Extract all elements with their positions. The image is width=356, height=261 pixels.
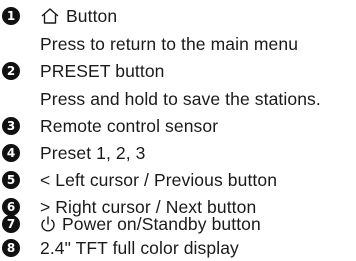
number-badge: 4 [2,144,20,162]
item-8-label: 2.4" TFT full color display [40,237,239,258]
number-badge: 8 [2,239,20,257]
item-5-label: < Left cursor / Previous button [40,169,278,190]
feature-list: 1 Button Press to return to the main men… [0,0,356,261]
power-icon [40,215,56,233]
item-1-label: Button [66,5,118,26]
number-badge: 2 [2,62,20,80]
item-4-label: Preset 1, 2, 3 [40,142,146,163]
number-badge: 6 [2,198,20,216]
item-label: Power on/Standby button [40,214,261,235]
item-2-description: Press and hold to save the stations. [40,88,321,109]
number-badge: 1 [2,7,20,25]
item-label: Button [40,6,117,27]
home-icon [40,7,60,25]
number-badge: 7 [2,215,20,233]
number-badge: 5 [2,171,20,189]
item-3-label: Remote control sensor [40,115,219,136]
item-7-label: Power on/Standby button [62,213,261,234]
item-1-description: Press to return to the main menu [40,33,299,54]
number-badge: 3 [2,117,20,135]
item-2-label: PRESET button [40,60,165,81]
